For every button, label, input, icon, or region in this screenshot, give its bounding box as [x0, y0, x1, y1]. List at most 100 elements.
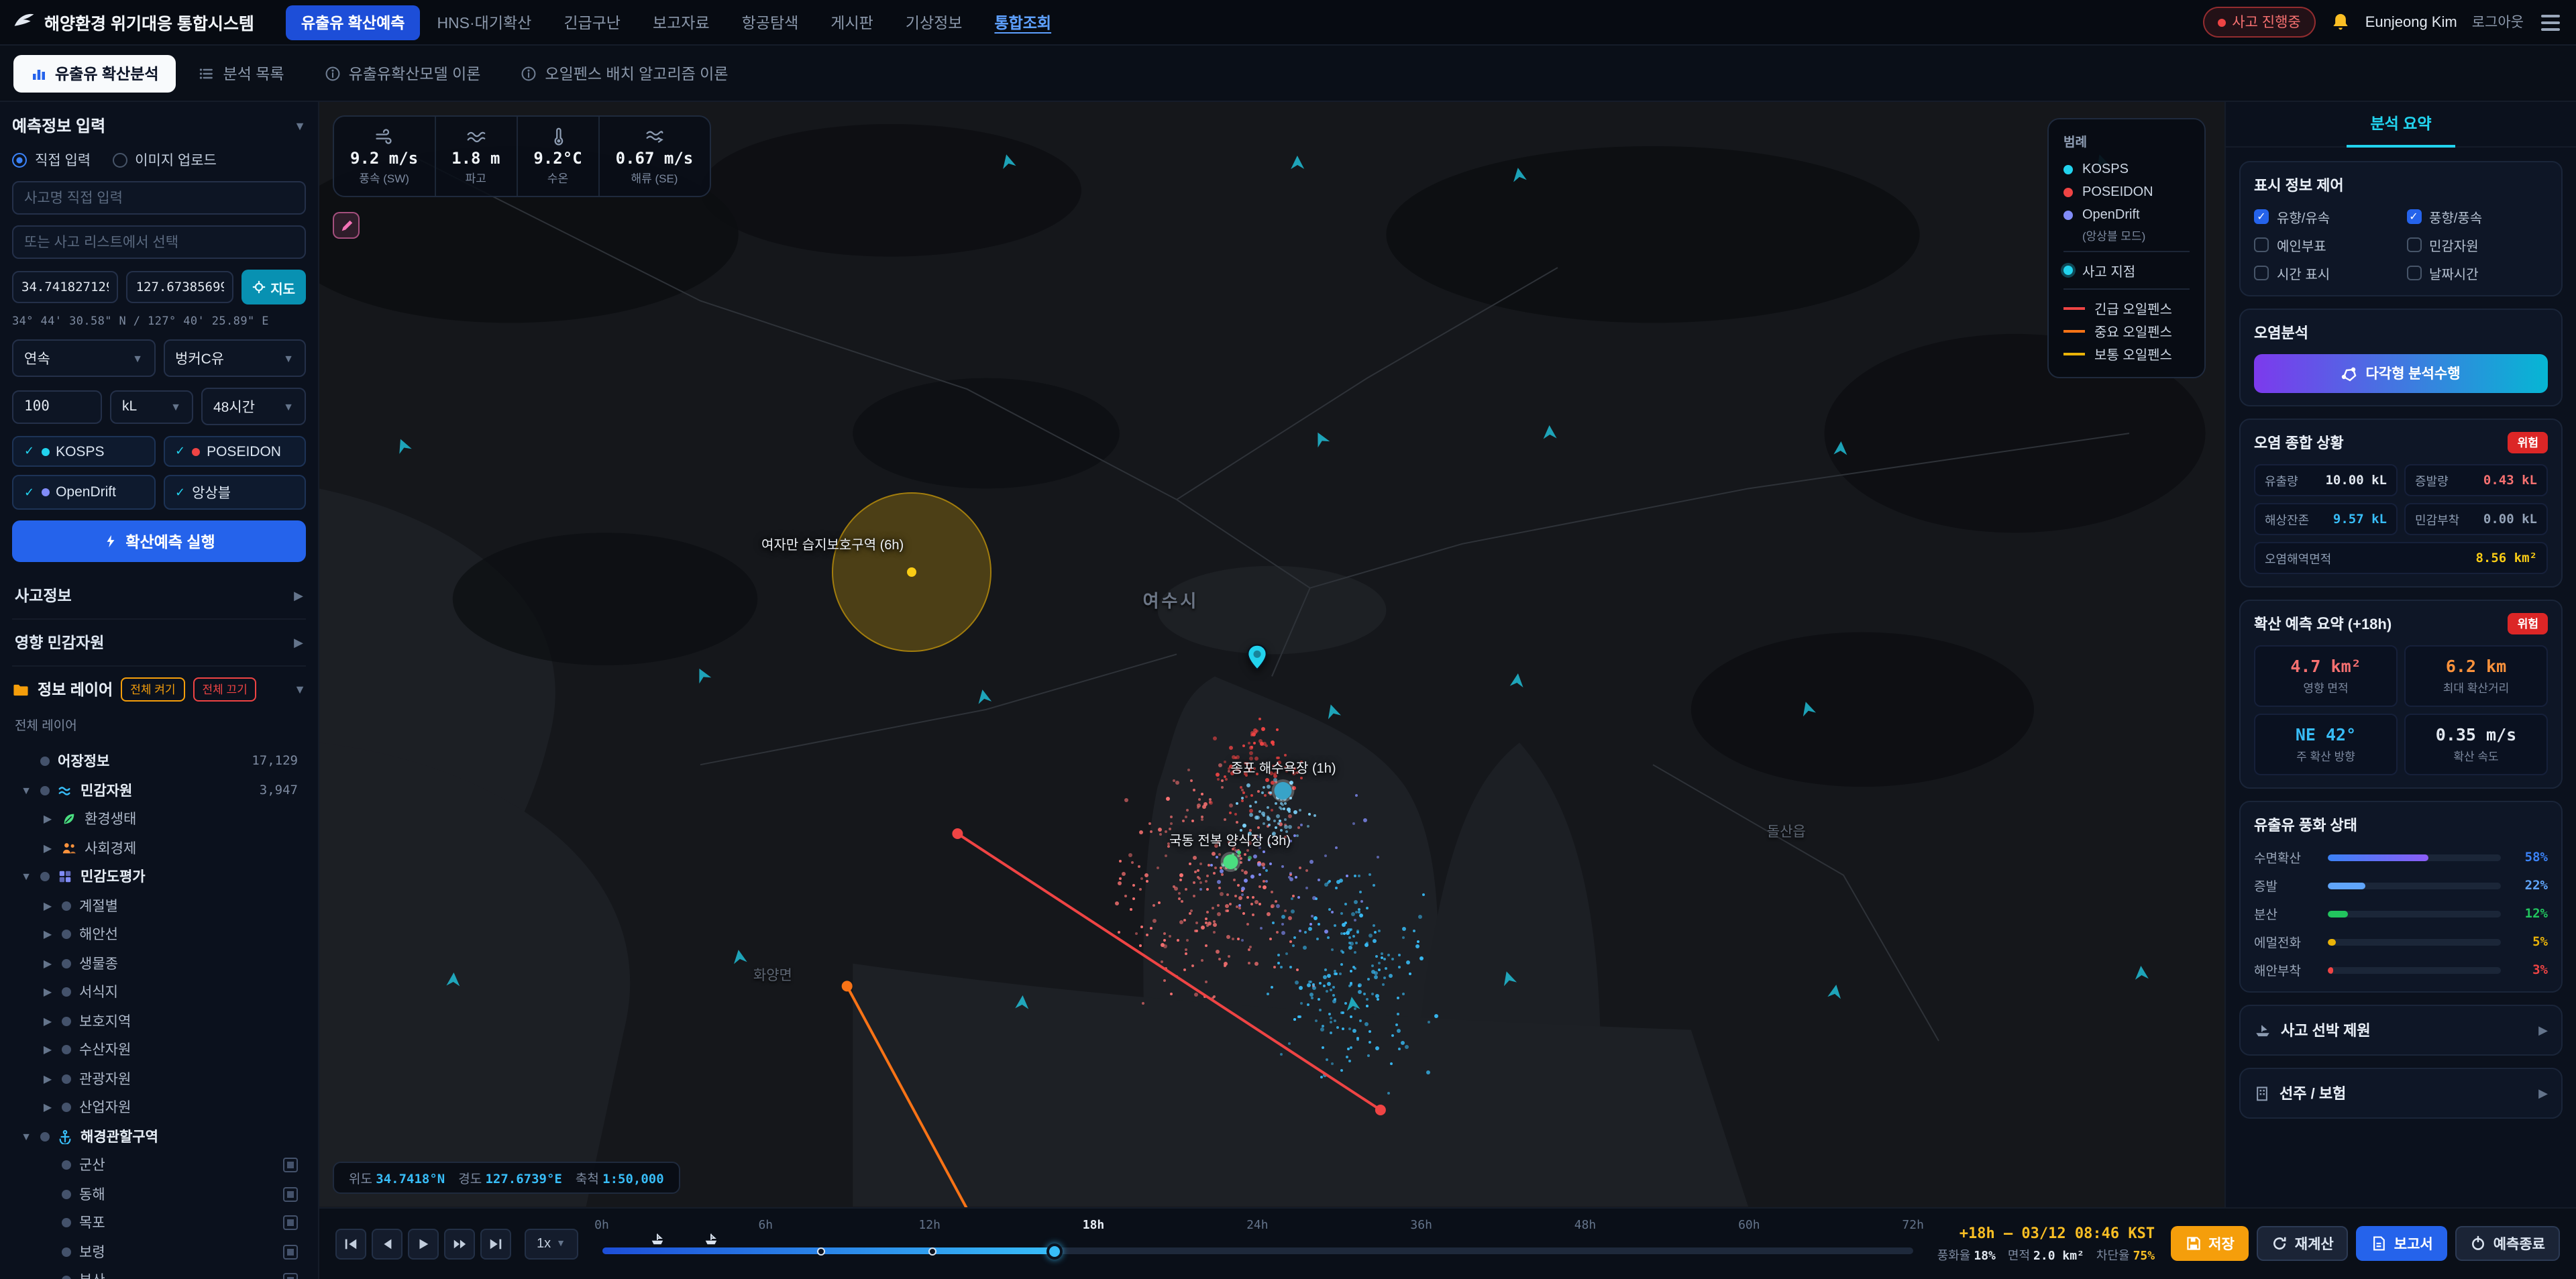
map-annotation[interactable]: 국동 전복 양식장 (3h) [1169, 829, 1291, 869]
zoom-to-layer-button[interactable] [283, 1244, 298, 1260]
incident-status-badge[interactable]: 사고 진행중 [2202, 7, 2316, 38]
zoom-to-layer-button[interactable] [283, 1215, 298, 1231]
layer-tree-row[interactable]: ▶ 생물종 [9, 949, 309, 978]
layer-tree-row[interactable]: 목포 [9, 1209, 309, 1237]
display-option-checkbox[interactable]: ✓ 풍향/풍속 [2406, 207, 2548, 227]
subtab[interactable]: 오일펜스 배치 알고리즘 이론 [503, 54, 745, 92]
nav-item[interactable]: 유출유 확산예측 [286, 5, 420, 40]
layer-toggle-dot[interactable] [40, 757, 50, 767]
pick-on-map-button[interactable]: 지도 [241, 270, 306, 304]
sidebar-section-사고정보[interactable]: 사고정보 ▶ [12, 573, 306, 620]
layer-tree-row[interactable]: 어장정보 17,129 [9, 747, 309, 776]
layer-tree-row[interactable]: ▶ 보호지역 [9, 1007, 309, 1036]
notification-bell-icon[interactable] [2330, 12, 2351, 32]
chevron-right-icon[interactable]: ▶ [42, 842, 54, 854]
layer-tree-row[interactable]: 부산 [9, 1266, 309, 1279]
model-chip[interactable]: ✓ 앙상블 [163, 475, 306, 510]
layer-toggle-dot[interactable] [62, 930, 71, 940]
chevron-right-icon[interactable]: ▶ [42, 1044, 54, 1056]
layer-toggle-dot[interactable] [62, 987, 71, 997]
layer-tree-row[interactable]: ▼ 민감자원 3,947 [9, 776, 309, 805]
layers-all-off-button[interactable]: 전체 끄기 [193, 677, 257, 702]
layer-tree-row[interactable]: 보령 [9, 1237, 309, 1266]
collapsed-section-ship[interactable]: 사고 선박 제원 ▶ [2239, 1005, 2563, 1056]
polygon-analysis-button[interactable]: 다각형 분석수행 [2254, 354, 2548, 393]
layer-toggle-dot[interactable] [62, 1045, 71, 1055]
zoom-to-layer-button[interactable] [283, 1273, 298, 1279]
layer-tree-row[interactable]: ▶ 환경생태 [9, 805, 309, 834]
stop-action-button[interactable]: 예측종료 [2455, 1226, 2560, 1261]
playback-speed-select[interactable]: 1x ▼ [525, 1228, 578, 1259]
layer-tree-row[interactable]: ▶ 해안선 [9, 920, 309, 949]
chevron-right-icon[interactable]: ▶ [42, 1073, 54, 1085]
sidebar-section-영향 민감자원[interactable]: 영향 민감자원 ▶ [12, 620, 306, 667]
zoom-to-layer-button[interactable] [283, 1186, 298, 1202]
model-chip[interactable]: ✓ POSEIDON [163, 436, 306, 467]
skip-to-start-button[interactable] [335, 1228, 366, 1259]
layer-toggle-dot[interactable] [62, 958, 71, 968]
layer-tree-row[interactable]: ▶ 수산자원 [9, 1036, 309, 1064]
subtab[interactable]: 분석 목록 [182, 54, 302, 92]
subtab[interactable]: 유출유 확산분석 [13, 54, 176, 92]
layer-tree-row[interactable]: ▼ 민감도평가 [9, 863, 309, 891]
duration-select[interactable]: 48시간 ▼ [201, 388, 306, 425]
unit-select[interactable]: kL ▼ [110, 390, 193, 423]
oil-type-select[interactable]: 벙커C유 ▼ [163, 339, 306, 377]
input-panel-header[interactable]: 예측정보 입력 ▼ [12, 114, 306, 137]
layer-toggle-dot[interactable] [40, 1131, 50, 1142]
latitude-input[interactable] [12, 271, 119, 303]
layer-toggle-dot[interactable] [62, 901, 71, 911]
chevron-right-icon[interactable]: ▶ [42, 987, 54, 999]
user-name[interactable]: Eunjeong Kim [2365, 14, 2457, 30]
model-chip[interactable]: ✓ OpenDrift [12, 475, 155, 510]
menu-hamburger-icon[interactable] [2538, 11, 2563, 33]
nav-item[interactable]: 통합조회 [979, 5, 1066, 40]
display-option-checkbox[interactable]: 날짜시간 [2406, 263, 2548, 283]
display-option-checkbox[interactable]: 민감자원 [2406, 235, 2548, 255]
chevron-down-icon[interactable]: ▼ [20, 785, 32, 797]
layer-tree-row[interactable]: ▶ 관광자원 [9, 1064, 309, 1093]
chevron-right-icon[interactable]: ▶ [42, 1015, 54, 1027]
display-option-checkbox[interactable]: ✓ 유향/유속 [2254, 207, 2396, 227]
display-option-checkbox[interactable]: 시간 표시 [2254, 263, 2396, 283]
layer-tree-row[interactable]: ▶ 사회경제 [9, 834, 309, 863]
zoom-to-layer-button[interactable] [283, 1158, 298, 1173]
chevron-right-icon[interactable]: ▶ [42, 814, 54, 826]
layer-tree-row[interactable]: ▶ 계절별 [9, 891, 309, 920]
spill-type-select[interactable]: 연속 ▼ [12, 339, 155, 377]
nav-item[interactable]: 항공탐색 [727, 5, 814, 40]
skip-to-end-button[interactable] [480, 1228, 511, 1259]
model-chip[interactable]: ✓ KOSPS [12, 436, 155, 467]
incident-name-input[interactable] [12, 181, 306, 215]
step-back-button[interactable] [372, 1228, 402, 1259]
nav-item[interactable]: 기상정보 [891, 5, 977, 40]
fast-forward-button[interactable] [444, 1228, 475, 1259]
radio-image-upload[interactable]: 이미지 업로드 [112, 150, 217, 170]
save-action-button[interactable]: 저장 [2171, 1226, 2249, 1261]
draw-tool-button[interactable] [333, 212, 360, 239]
run-prediction-button[interactable]: 확산예측 실행 [12, 520, 306, 562]
chevron-right-icon[interactable]: ▶ [42, 958, 54, 970]
nav-item[interactable]: 게시판 [816, 5, 888, 40]
tab-analysis-summary[interactable]: 분석 요약 [2346, 113, 2456, 148]
map-annotation[interactable]: 종포 해수욕장 (1h) [1230, 757, 1336, 800]
display-option-checkbox[interactable]: 예인부표 [2254, 235, 2396, 255]
layer-tree-row[interactable]: 군산 [9, 1151, 309, 1180]
layer-toggle-dot[interactable] [62, 1074, 71, 1084]
layer-toggle-dot[interactable] [62, 1016, 71, 1026]
collapsed-section-building[interactable]: 선주 / 보험 ▶ [2239, 1068, 2563, 1119]
layer-tree-row[interactable]: ▶ 서식지 [9, 978, 309, 1007]
timeline-ship-marker[interactable] [649, 1229, 664, 1253]
subtab[interactable]: 유출유확산모델 이론 [307, 54, 498, 92]
chevron-right-icon[interactable]: ▶ [42, 929, 54, 941]
timeline-ship-marker[interactable] [703, 1229, 718, 1253]
timeline-track[interactable]: 0h 6h 12h 18h 24h 36h 48h 60h 72h [594, 1218, 1924, 1269]
chevron-right-icon[interactable]: ▶ [42, 900, 54, 912]
layer-tree-row[interactable]: ▼ 해경관할구역 [9, 1122, 309, 1151]
layer-tree-row[interactable]: 동해 [9, 1180, 309, 1209]
layer-toggle-dot[interactable] [62, 1103, 71, 1113]
timeline-handle[interactable] [1046, 1243, 1063, 1259]
report-action-button[interactable]: 보고서 [2356, 1226, 2448, 1261]
chevron-down-icon[interactable]: ▼ [20, 871, 32, 883]
play-button[interactable] [408, 1228, 439, 1259]
